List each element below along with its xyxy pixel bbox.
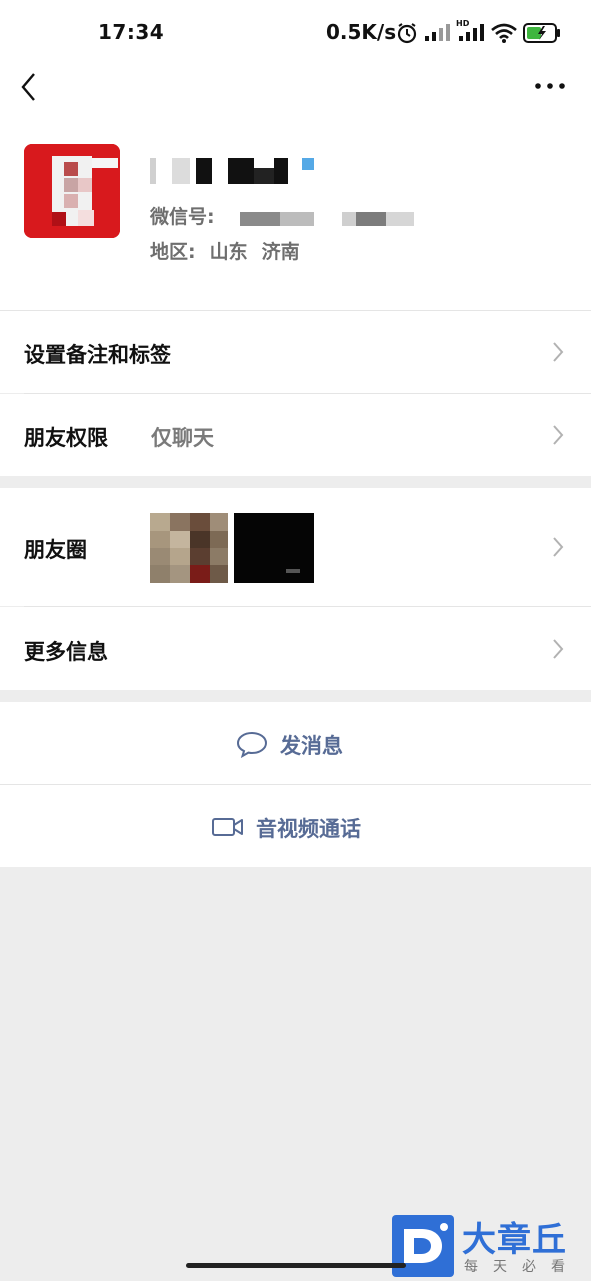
chat-bubble-icon: [236, 731, 268, 758]
watermark-subtitle: 每天必看: [464, 1259, 580, 1275]
chevron-right-icon: [553, 342, 564, 362]
send-message-label: 发消息: [280, 734, 343, 758]
region-text: 地区: 山东 济南: [150, 237, 314, 264]
alarm-icon: [397, 23, 417, 44]
battery-charging-icon: [523, 23, 560, 43]
remark-tags-row[interactable]: 设置备注和标签: [0, 311, 591, 393]
watermark-title: 大章丘: [462, 1220, 567, 1260]
chevron-right-icon: [553, 639, 564, 659]
network-speed: 0.5K/s: [326, 20, 397, 44]
video-camera-icon: [212, 818, 243, 836]
moments-row[interactable]: 朋友圈: [0, 488, 591, 606]
hd-signal-icon: HD: [456, 19, 484, 41]
moments-photo: [150, 513, 230, 583]
top-navigation: [0, 66, 591, 114]
signal-icon: [425, 24, 450, 41]
friend-permission-label: 朋友权限: [24, 426, 108, 450]
home-indicator[interactable]: [186, 1263, 406, 1268]
friend-permission-row[interactable]: 朋友权限 仅聊天: [0, 394, 591, 476]
back-chevron-icon[interactable]: [18, 70, 48, 104]
more-info-label: 更多信息: [24, 640, 108, 664]
wechat-id-label: 微信号:: [150, 206, 215, 228]
status-bar: 17:34 0.5K/s HD: [0, 0, 591, 66]
nickname-redacted: [150, 154, 320, 188]
more-dots-icon[interactable]: [532, 72, 568, 100]
moments-label: 朋友圈: [24, 538, 87, 562]
chevron-right-icon: [553, 425, 564, 445]
send-message-button[interactable]: 发消息: [0, 702, 591, 784]
region-province: 山东: [209, 241, 248, 263]
friend-permission-value: 仅聊天: [151, 426, 214, 450]
more-info-row[interactable]: 更多信息: [0, 607, 591, 690]
chevron-right-icon: [553, 537, 564, 557]
remark-tags-label: 设置备注和标签: [24, 343, 171, 367]
av-call-button[interactable]: 音视频通话: [0, 785, 591, 867]
svg-text:HD: HD: [456, 19, 470, 28]
status-time: 17:34: [98, 20, 165, 44]
wifi-icon: [491, 23, 517, 43]
moments-photo: [234, 513, 314, 583]
region-label: 地区:: [150, 241, 196, 263]
region-city: 济南: [261, 241, 300, 263]
av-call-label: 音视频通话: [256, 817, 361, 841]
profile-header: 微信号: 地区: 山东 济南: [0, 114, 591, 311]
avatar[interactable]: [24, 144, 120, 238]
